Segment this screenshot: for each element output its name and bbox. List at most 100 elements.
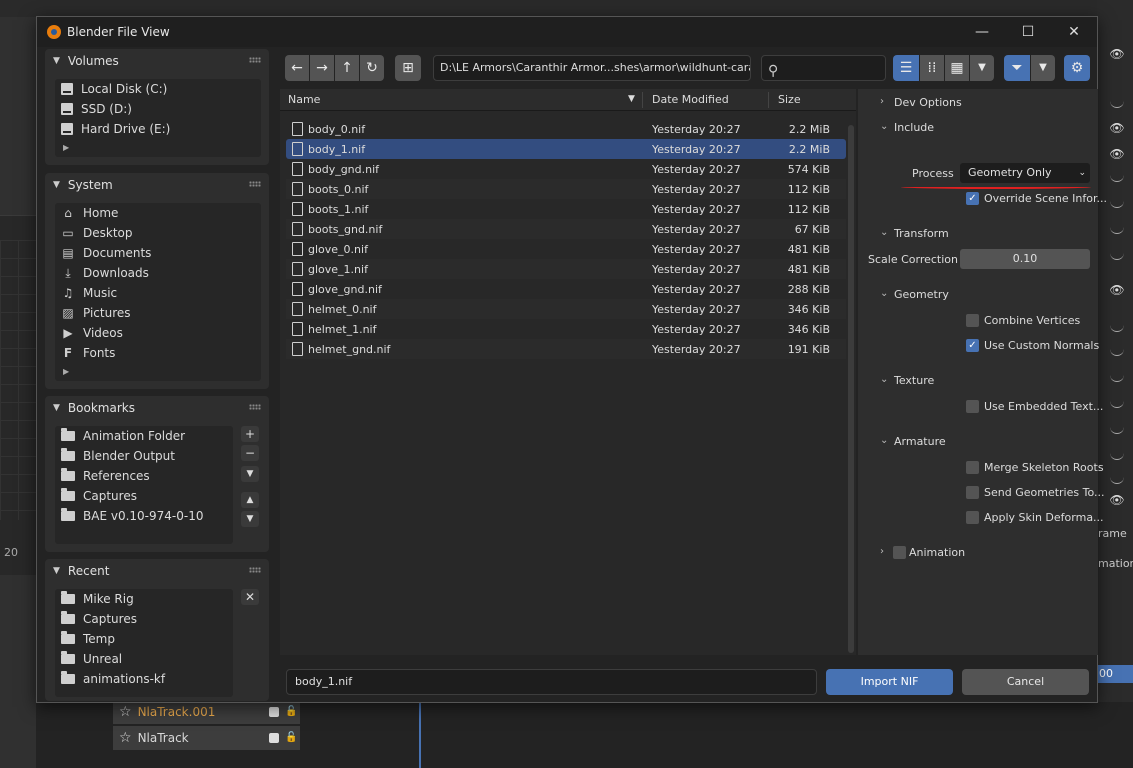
remove-bookmark-button[interactable]: − — [241, 445, 259, 461]
file-row[interactable]: boots_gnd.nif Yesterday 20:27 67 KiB — [286, 219, 846, 239]
eye-icon[interactable]: 👁 — [1108, 48, 1126, 60]
star-icon[interactable]: ☆ — [119, 704, 132, 720]
import-button[interactable]: Import NIF — [826, 669, 953, 695]
expand-icon[interactable]: ▶ — [63, 367, 69, 376]
checkbox[interactable] — [269, 733, 279, 743]
include-header[interactable]: ⌄ Include — [858, 116, 1098, 140]
list-item[interactable]: References — [55, 466, 233, 486]
search-input[interactable]: ⚲ — [761, 55, 886, 81]
list-item[interactable]: ⌂ Home — [55, 203, 261, 223]
horizontal-list-icon[interactable]: ⁞⁞ — [920, 55, 944, 81]
filter-icon[interactable]: ⏷ — [1004, 55, 1030, 81]
list-item[interactable]: F Fonts — [55, 343, 261, 363]
move-up-button[interactable]: ▲ — [241, 492, 259, 508]
eye-icon[interactable]: 👁 — [1108, 148, 1126, 160]
refresh-icon[interactable]: ↻ — [360, 55, 384, 81]
panel-header[interactable]: ▼ Volumes — [45, 49, 269, 73]
chevron-down-icon[interactable]: ▼ — [970, 55, 994, 81]
animation-checkbox[interactable] — [893, 546, 906, 559]
grip-icon[interactable] — [249, 567, 261, 573]
eye-icon[interactable]: 👁 — [1108, 284, 1126, 296]
list-item[interactable]: ⤓ Downloads — [55, 263, 261, 283]
back-arrow-icon[interactable]: ← — [285, 55, 309, 81]
transform-header[interactable]: ⌄ Transform — [858, 222, 1098, 246]
file-row[interactable]: body_gnd.nif Yesterday 20:27 574 KiB — [286, 159, 846, 179]
grip-icon[interactable] — [249, 181, 261, 187]
eye-icon[interactable]: 👁 — [1108, 122, 1126, 134]
grip-icon[interactable] — [249, 404, 261, 410]
move-down-button[interactable]: ▼ — [241, 511, 259, 527]
list-item[interactable]: Temp — [55, 629, 233, 649]
list-item[interactable]: ▨ Pictures — [55, 303, 261, 323]
animation-header[interactable]: › Animation — [858, 541, 1098, 565]
chevron-down-icon[interactable]: ▼ — [1031, 55, 1055, 81]
list-item[interactable]: animations-kf — [55, 669, 233, 689]
process-dropdown[interactable]: Geometry Only ⌄ — [960, 163, 1090, 183]
file-row[interactable]: helmet_1.nif Yesterday 20:27 346 KiB — [286, 319, 846, 339]
geometry-header[interactable]: ⌄ Geometry — [858, 283, 1098, 307]
file-row[interactable]: glove_gnd.nif Yesterday 20:27 288 KiB — [286, 279, 846, 299]
file-row[interactable]: boots_1.nif Yesterday 20:27 112 KiB — [286, 199, 846, 219]
thumbnails-icon[interactable]: ▦ — [945, 55, 969, 81]
list-item[interactable]: BAE v0.10-974-0-10 — [55, 506, 233, 526]
file-row[interactable]: body_1.nif Yesterday 20:27 2.2 MiB — [286, 139, 846, 159]
close-icon[interactable]: ✕ — [1051, 17, 1097, 47]
star-icon[interactable]: ☆ — [119, 730, 132, 746]
scale-correction-field[interactable]: 0.10 — [960, 249, 1090, 269]
panel-header[interactable]: ▼ System — [45, 173, 269, 197]
date-column-header[interactable]: Date Modified — [652, 93, 729, 106]
playhead[interactable] — [419, 702, 421, 768]
grip-icon[interactable] — [249, 57, 261, 63]
checkbox[interactable] — [269, 707, 279, 717]
file-row[interactable]: glove_1.nif Yesterday 20:27 481 KiB — [286, 259, 846, 279]
list-item[interactable]: ▶ Videos — [55, 323, 261, 343]
name-column-header[interactable]: Name — [288, 93, 320, 106]
forward-arrow-icon[interactable]: → — [310, 55, 334, 81]
list-item[interactable]: Local Disk (C:) — [55, 79, 261, 99]
panel-header[interactable]: ▼ Recent — [45, 559, 269, 583]
list-item[interactable]: ♫ Music — [55, 283, 261, 303]
list-item[interactable]: Unreal — [55, 649, 233, 669]
lock-icon[interactable]: 🔓 — [285, 706, 297, 717]
armature-header[interactable]: ⌄ Armature — [858, 430, 1098, 454]
list-item[interactable]: Hard Drive (E:) — [55, 119, 261, 139]
add-bookmark-button[interactable]: + — [241, 426, 259, 442]
path-field[interactable]: D:\LE Armors\Caranthir Armor...shes\armo… — [433, 55, 751, 81]
minimize-icon[interactable]: — — [959, 17, 1005, 47]
list-item[interactable]: ▤ Documents — [55, 243, 261, 263]
list-item[interactable]: SSD (D:) — [55, 99, 261, 119]
scrollbar[interactable] — [848, 125, 854, 653]
list-item[interactable]: Animation Folder — [55, 426, 233, 446]
list-item[interactable]: Captures — [55, 609, 233, 629]
file-row[interactable]: helmet_gnd.nif Yesterday 20:27 191 KiB — [286, 339, 846, 359]
dev-options-header[interactable]: › Dev Options — [858, 91, 1098, 115]
expand-icon[interactable]: ▶ — [63, 143, 69, 152]
gear-icon[interactable]: ⚙ — [1064, 55, 1090, 81]
vertical-list-icon[interactable]: ☰ — [893, 55, 919, 81]
file-row[interactable]: helmet_0.nif Yesterday 20:27 346 KiB — [286, 299, 846, 319]
list-item[interactable]: ▭ Desktop — [55, 223, 261, 243]
size-column-header[interactable]: Size — [778, 93, 801, 106]
frame-field[interactable]: 00 — [1097, 665, 1133, 683]
new-folder-icon[interactable]: ⊞ — [395, 55, 421, 81]
texture-header[interactable]: ⌄ Texture — [858, 369, 1098, 393]
nla-track[interactable]: ☆ NlaTrack 🔓 — [113, 726, 300, 750]
list-item[interactable]: Mike Rig — [55, 589, 233, 609]
sort-icon[interactable]: ▼ — [628, 94, 635, 104]
list-item[interactable]: Blender Output — [55, 446, 233, 466]
nla-track[interactable]: ☆ NlaTrack.001 🔓 — [113, 700, 300, 724]
list-item[interactable]: Captures — [55, 486, 233, 506]
filename-input[interactable]: body_1.nif — [286, 669, 817, 695]
parent-directory-icon[interactable]: ↑ — [335, 55, 359, 81]
chevron-down-icon[interactable]: ▼ — [241, 466, 259, 482]
file-row[interactable]: body_0.nif Yesterday 20:27 2.2 MiB — [286, 119, 846, 139]
file-row[interactable]: glove_0.nif Yesterday 20:27 481 KiB — [286, 239, 846, 259]
lock-icon[interactable]: 🔓 — [285, 732, 297, 743]
file-row[interactable]: boots_0.nif Yesterday 20:27 112 KiB — [286, 179, 846, 199]
eye-icon[interactable]: 👁 — [1108, 494, 1126, 506]
clear-recent-button[interactable]: ✕ — [241, 589, 259, 605]
maximize-icon[interactable]: ☐ — [1005, 17, 1051, 47]
title-bar[interactable]: Blender File View — ☐ ✕ — [37, 17, 1097, 47]
panel-header[interactable]: ▼ Bookmarks — [45, 396, 269, 420]
cancel-button[interactable]: Cancel — [962, 669, 1089, 695]
